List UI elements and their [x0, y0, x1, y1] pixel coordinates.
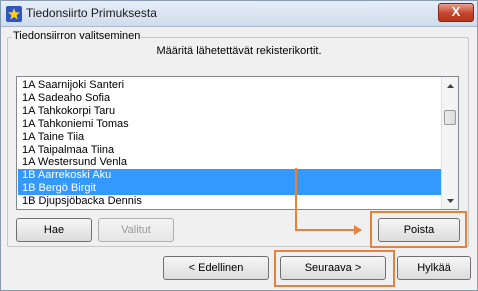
list-item[interactable]: 1A Tahkoniemi Tomas: [18, 118, 442, 131]
list-item[interactable]: 1B Aarrekoski Aku: [18, 169, 442, 183]
instruction-text: Määritä lähetettävät rekisterikortit.: [156, 45, 322, 57]
groupbox-legend: Tiedonsiirron valitseminen: [12, 30, 142, 42]
close-button[interactable]: X: [438, 3, 474, 22]
close-icon: X: [451, 4, 461, 19]
poista-highlight-box: [370, 211, 467, 248]
list-item[interactable]: 1A Sadeaho Sofia: [18, 92, 442, 105]
list-item[interactable]: 1A Taine Tiia: [18, 131, 442, 144]
hae-button[interactable]: Hae: [16, 218, 92, 242]
student-card-list[interactable]: 1A Saarnijoki Santeri 1A Sadeaho Sofia 1A …: [16, 76, 459, 210]
window-title: Tiedonsiirto Primuksesta: [26, 6, 157, 20]
list-item[interactable]: 1A Taipalmaa Tiina: [18, 144, 442, 157]
title-bar[interactable]: Tiedonsiirto Primuksesta X: [1, 1, 477, 27]
valitut-button[interactable]: Valitut: [98, 218, 174, 242]
app-star-icon: [6, 6, 22, 22]
callout-arrow-icon: [295, 168, 362, 235]
cancel-button[interactable]: Hylkää: [397, 256, 471, 280]
list-item[interactable]: 1B Bergö Birgit: [18, 182, 442, 196]
list-item[interactable]: 1A Westersund Venla: [18, 156, 442, 169]
scroll-up-icon[interactable]: [442, 77, 458, 94]
scrollbar-thumb[interactable]: [444, 110, 456, 125]
list-item[interactable]: 1A Tahkokorpi Taru: [18, 105, 442, 118]
list-item[interactable]: 1B Eloholma Elina: [18, 208, 442, 209]
list-item[interactable]: 1B Djupsjöbacka Dennis: [18, 195, 442, 208]
list-item[interactable]: 1A Saarnijoki Santeri: [18, 79, 442, 92]
seuraava-highlight-box: [274, 250, 395, 287]
vertical-scrollbar[interactable]: [441, 77, 458, 209]
previous-button[interactable]: < Edellinen: [163, 256, 269, 280]
scroll-down-icon[interactable]: [442, 192, 458, 209]
